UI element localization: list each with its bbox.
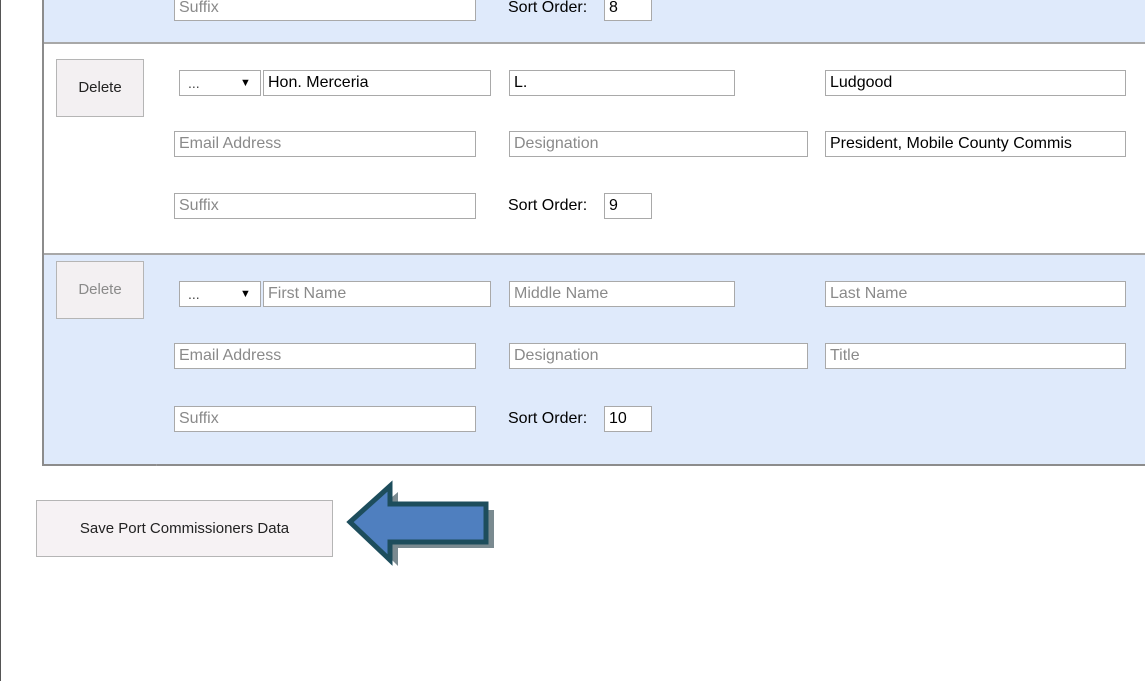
- commissioner-row-9: Delete ... ▼ Sort Order:: [44, 44, 1145, 254]
- sort-order-field[interactable]: [604, 193, 652, 219]
- first-name-field[interactable]: [263, 281, 491, 307]
- email-field[interactable]: [174, 131, 476, 157]
- prefix-select-value: ...: [188, 286, 200, 302]
- page-left-rule: [0, 0, 1, 681]
- middle-name-field[interactable]: [509, 281, 735, 307]
- designation-field[interactable]: [509, 131, 808, 157]
- delete-button[interactable]: Delete: [56, 59, 144, 117]
- save-port-commissioners-button[interactable]: Save Port Commissioners Data: [36, 500, 333, 557]
- last-name-field[interactable]: [825, 281, 1126, 307]
- sort-order-label: Sort Order:: [508, 410, 588, 427]
- title-field[interactable]: [825, 131, 1126, 157]
- suffix-field[interactable]: [174, 406, 476, 432]
- suffix-field[interactable]: [174, 0, 476, 21]
- suffix-field[interactable]: [174, 193, 476, 219]
- prefix-select-value: ...: [188, 75, 200, 91]
- sort-order-label: Sort Order:: [508, 0, 588, 16]
- designation-field[interactable]: [509, 343, 808, 369]
- sort-order-label: Sort Order:: [508, 197, 588, 214]
- email-field[interactable]: [174, 343, 476, 369]
- dropdown-caret-icon: ▼: [240, 288, 251, 300]
- dropdown-caret-icon: ▼: [240, 77, 251, 89]
- title-field[interactable]: [825, 343, 1126, 369]
- first-name-field[interactable]: [263, 70, 491, 96]
- middle-name-field[interactable]: [509, 70, 735, 96]
- sort-order-field[interactable]: [604, 0, 652, 21]
- arrow-shape: [346, 480, 489, 566]
- commissioner-row-8: Sort Order:: [44, 0, 1145, 43]
- delete-button[interactable]: Delete: [56, 261, 144, 319]
- commissioner-row-10: Delete ... ▼ Sort Order:: [44, 255, 1145, 464]
- prefix-select[interactable]: ... ▼: [179, 281, 261, 307]
- left-arrow-icon: [346, 480, 494, 566]
- prefix-select[interactable]: ... ▼: [179, 70, 261, 96]
- commissioners-grid: Sort Order: Delete ... ▼ Sort Order: Del…: [42, 0, 1145, 466]
- sort-order-field[interactable]: [604, 406, 652, 432]
- last-name-field[interactable]: [825, 70, 1126, 96]
